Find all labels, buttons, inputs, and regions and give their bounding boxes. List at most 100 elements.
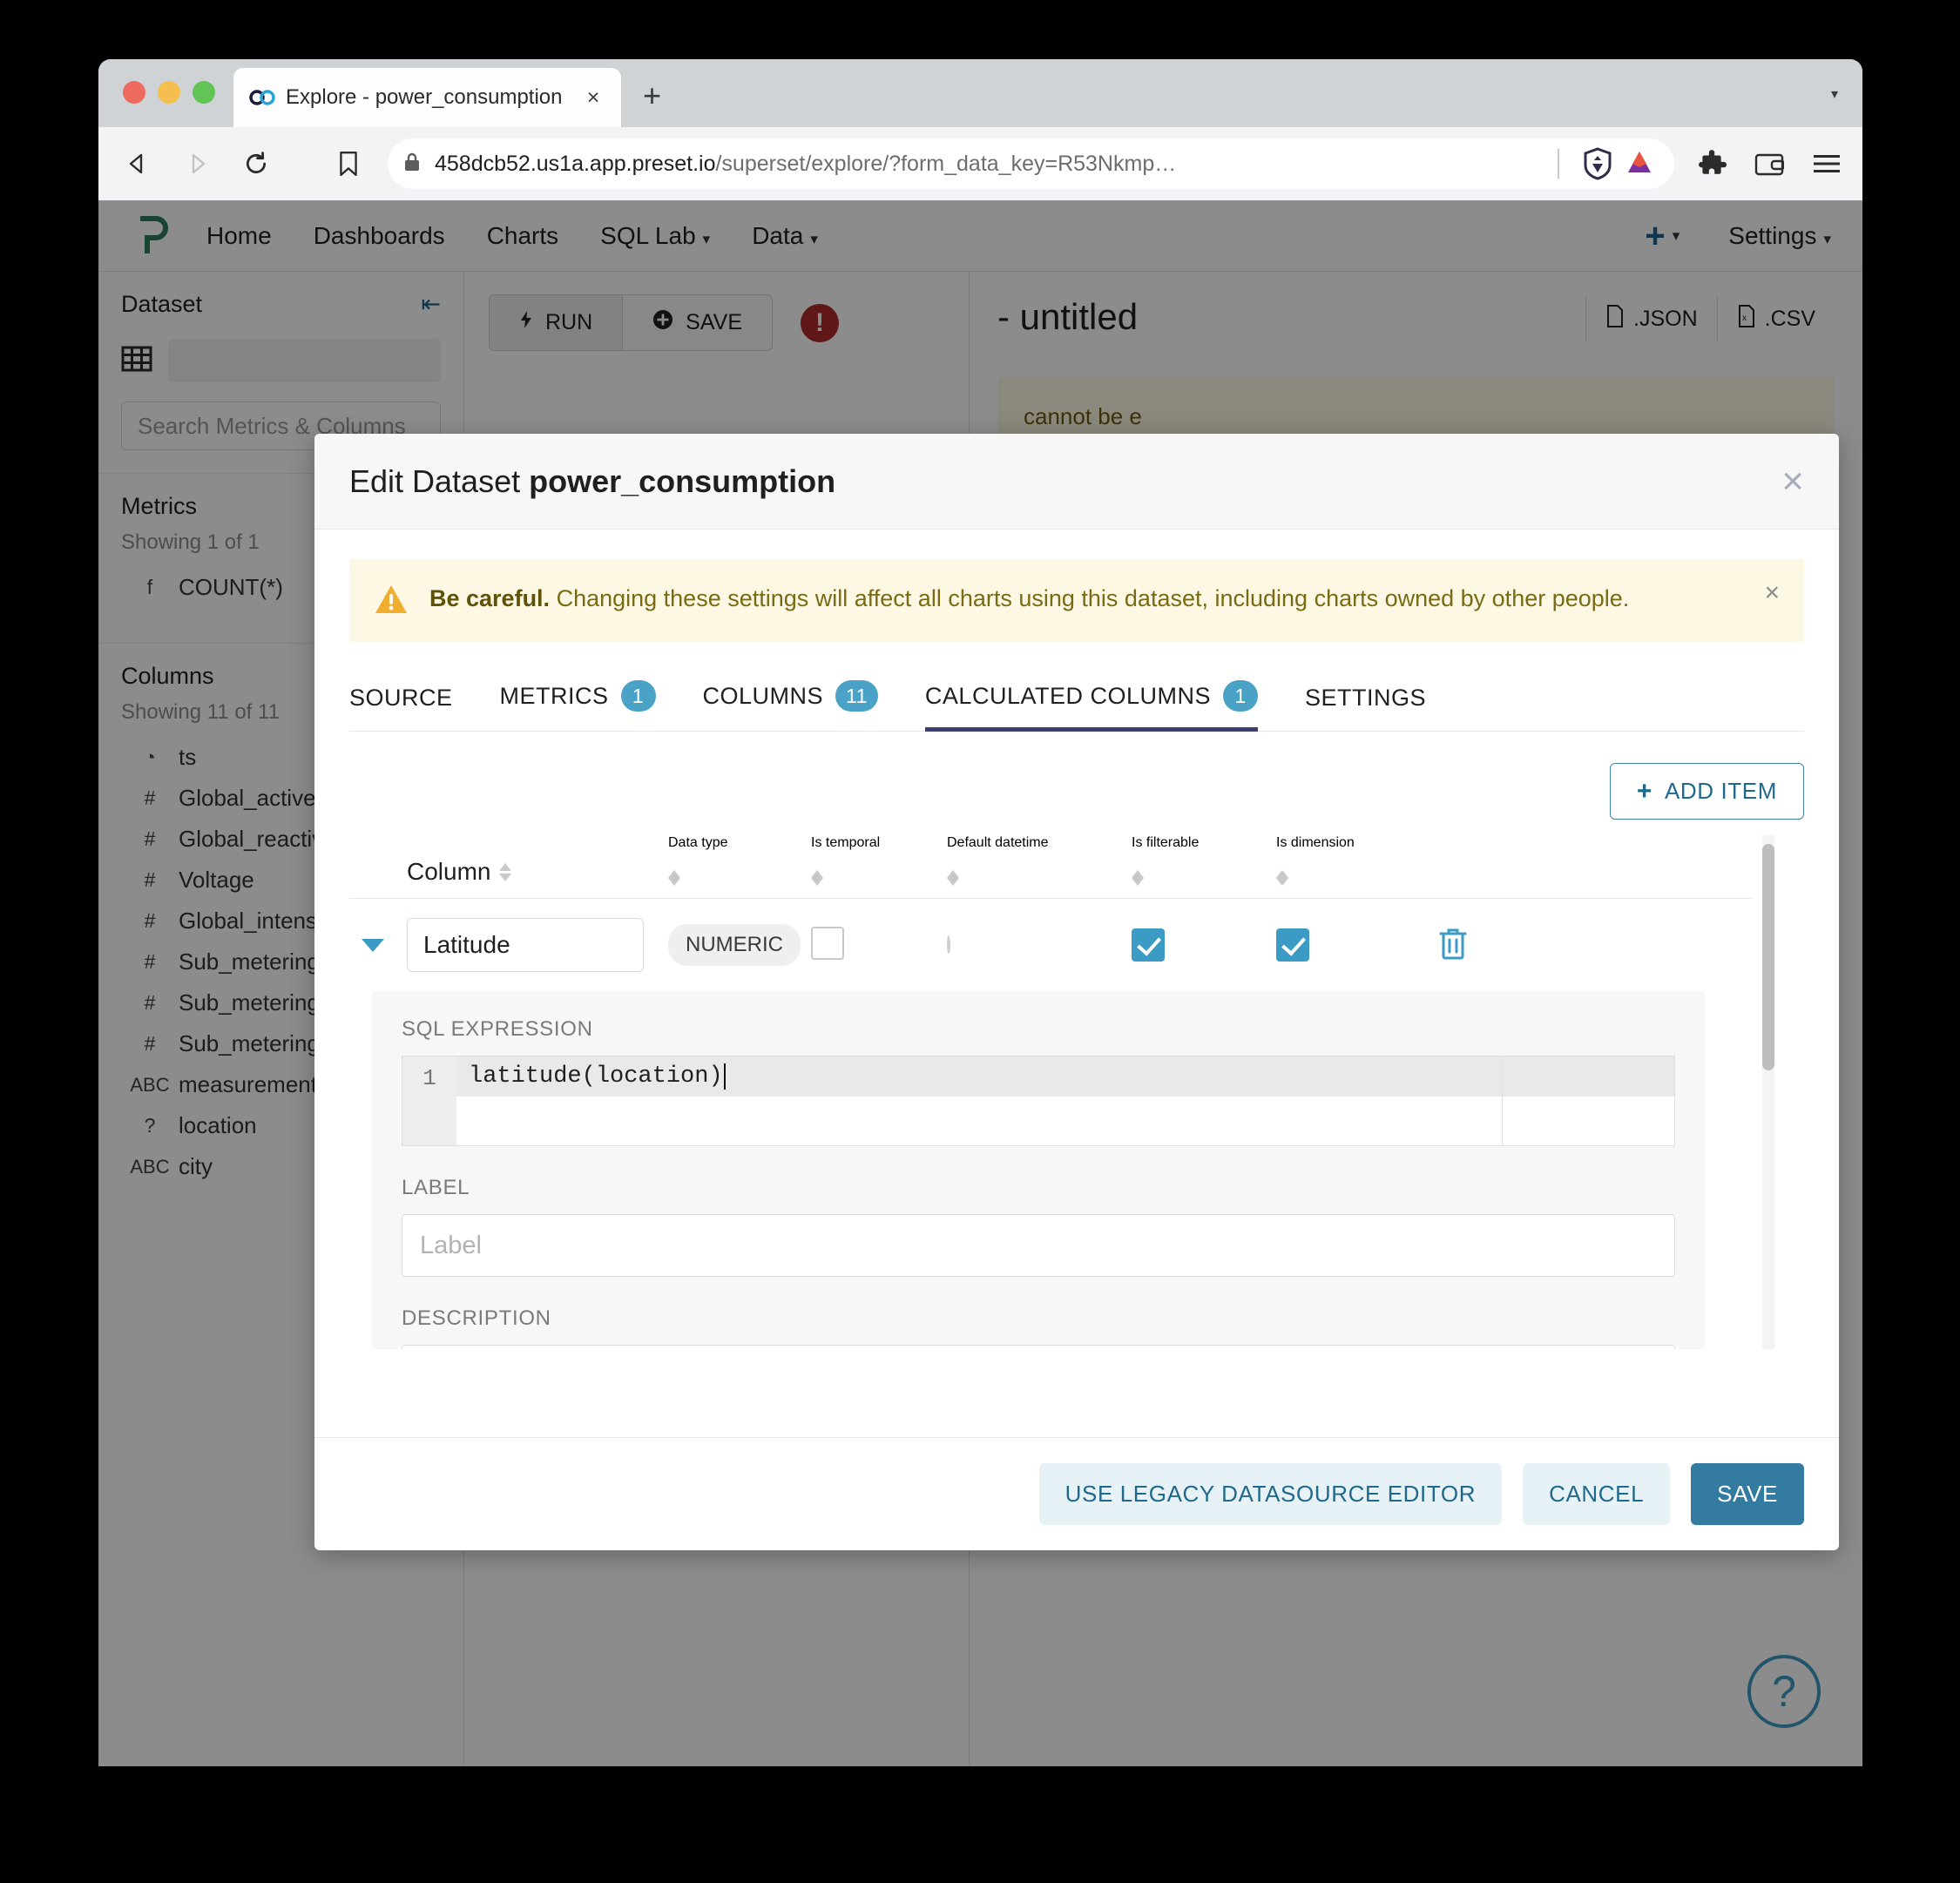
is-filterable-checkbox[interactable] — [1132, 928, 1165, 962]
reload-icon[interactable] — [236, 144, 276, 184]
column-header-data-type[interactable]: Data type — [668, 835, 811, 886]
column-name-input[interactable]: Latitude — [407, 918, 644, 972]
column-header-label: Default datetime — [947, 835, 1132, 851]
sort-icon[interactable] — [947, 870, 1132, 886]
use-legacy-datasource-editor-button[interactable]: USE LEGACY DATASOURCE EDITOR — [1039, 1463, 1502, 1525]
forward-icon[interactable] — [177, 144, 217, 184]
trash-icon[interactable] — [1438, 948, 1468, 963]
new-item-button[interactable]: + — [1645, 224, 1665, 248]
tab-close-icon[interactable]: × — [581, 85, 605, 111]
svg-text:x: x — [1742, 314, 1747, 323]
sort-icon[interactable] — [811, 870, 947, 886]
sort-icon[interactable] — [499, 863, 511, 881]
warning-close-icon[interactable]: × — [1764, 582, 1780, 604]
back-icon[interactable] — [118, 144, 158, 184]
nav-link-charts[interactable]: Charts — [487, 222, 558, 250]
help-button[interactable]: ? — [1747, 1655, 1821, 1728]
column-header-label: Is dimension — [1276, 835, 1438, 851]
extensions-icon[interactable] — [1690, 142, 1734, 186]
address-bar[interactable]: 458dcb52.us1a.app.preset.io/superset/exp… — [388, 138, 1674, 189]
bookmark-icon[interactable] — [328, 144, 368, 184]
tab-metrics[interactable]: METRICS1 — [500, 672, 656, 731]
chevron-down-icon[interactable]: ▾ — [1831, 85, 1838, 103]
chevron-down-icon[interactable] — [362, 939, 384, 952]
close-icon[interactable]: × — [1781, 464, 1804, 499]
calculated-column-detail: SQL EXPRESSION 1 latitude(location) — [372, 991, 1705, 1349]
tab-settings[interactable]: SETTINGS — [1305, 676, 1426, 731]
plus-icon: + — [1637, 783, 1652, 800]
dataset-panel-header: Dataset ⇤ — [98, 272, 463, 332]
column-type-icon: # — [121, 868, 179, 892]
expand-cell — [349, 939, 407, 952]
editor-active-line: latitude(location) — [456, 1056, 1502, 1097]
column-type-icon: # — [121, 786, 179, 810]
is-temporal-checkbox[interactable] — [811, 927, 844, 960]
browser-menu-icon[interactable] — [1805, 142, 1848, 186]
tab-source[interactable]: SOURCE — [349, 676, 453, 731]
column-header-is-dimension[interactable]: Is dimension — [1276, 835, 1438, 886]
column-type-icon: ◔ — [121, 746, 179, 769]
browser-window: Explore - power_consumption × + ▾ — [98, 59, 1862, 1766]
nav-link-dashboards[interactable]: Dashboards — [314, 222, 445, 250]
sort-icon[interactable] — [1276, 870, 1438, 886]
is-dimension-checkbox[interactable] — [1276, 928, 1309, 962]
preset-logo-icon[interactable] — [130, 215, 170, 257]
calculated-columns-scroll-area: Column Data type Is temporal — [349, 835, 1804, 1349]
description-input[interactable]: Description — [402, 1345, 1675, 1349]
list-item-label: ts — [179, 744, 196, 771]
sql-expression-editor[interactable]: 1 latitude(location) — [402, 1056, 1675, 1146]
cancel-button[interactable]: CANCEL — [1523, 1463, 1670, 1525]
dataset-selector[interactable] — [98, 332, 463, 402]
window-minimize-button[interactable] — [158, 81, 180, 104]
tab-badge: 1 — [1223, 680, 1258, 712]
brave-shields-icon[interactable] — [1578, 145, 1617, 183]
scrollbar-thumb[interactable] — [1762, 844, 1774, 1070]
chart-header: - untitled .JSON x .CSV — [970, 272, 1862, 342]
column-header-is-filterable[interactable]: Is filterable — [1132, 835, 1276, 886]
table-grid-icon — [121, 343, 152, 379]
save-button[interactable]: SAVE — [1691, 1463, 1804, 1525]
tab-label: METRICS — [500, 683, 609, 710]
tab-columns[interactable]: COLUMNS11 — [703, 672, 878, 731]
export-csv-button[interactable]: x .CSV — [1717, 296, 1835, 342]
tab-calculated-columns[interactable]: CALCULATED COLUMNS1 — [925, 672, 1258, 731]
column-name-cell: Latitude — [407, 918, 668, 972]
label-input[interactable]: Label — [402, 1214, 1675, 1277]
nav-link-home[interactable]: Home — [206, 222, 272, 250]
browser-tab[interactable]: Explore - power_consumption × — [233, 68, 621, 127]
window-close-button[interactable] — [123, 81, 145, 104]
nav-link-sql-lab[interactable]: SQL Lab▾ — [600, 222, 710, 250]
column-header-column[interactable]: Column — [407, 858, 668, 886]
json-file-icon — [1605, 305, 1625, 334]
column-header-default-datetime[interactable]: Default datetime — [947, 835, 1132, 886]
column-header-is-temporal[interactable]: Is temporal — [811, 835, 947, 886]
chevron-down-icon[interactable]: ▾ — [1673, 227, 1680, 245]
omnibox-divider — [1558, 149, 1559, 179]
error-badge[interactable]: ! — [801, 304, 839, 342]
table-row: Latitude NUMERIC — [349, 899, 1752, 991]
page-title[interactable]: - untitled — [997, 296, 1138, 338]
default-datetime-radio[interactable] — [947, 935, 950, 954]
collapse-panel-icon[interactable]: ⇤ — [421, 291, 441, 318]
add-item-button[interactable]: + ADD ITEM — [1610, 763, 1804, 820]
new-tab-button[interactable]: + — [643, 82, 661, 110]
dataset-name-field[interactable] — [168, 339, 441, 382]
column-type-icon: # — [121, 909, 179, 933]
nav-link-data[interactable]: Data▾ — [752, 222, 818, 250]
sort-icon[interactable] — [1132, 870, 1276, 886]
nav-label: Charts — [487, 222, 558, 249]
chevron-down-icon: ▾ — [703, 231, 711, 247]
wallet-icon[interactable] — [1747, 142, 1791, 186]
column-type-icon: # — [121, 991, 179, 1015]
warning-triangle-icon — [374, 584, 409, 619]
window-maximize-button[interactable] — [193, 81, 215, 104]
export-json-button[interactable]: .JSON — [1585, 296, 1717, 342]
brave-rewards-icon[interactable] — [1620, 145, 1659, 183]
superset-navbar: Home Dashboards Charts SQL Lab▾ Data▾ + … — [98, 200, 1862, 272]
run-button[interactable]: RUN — [490, 295, 623, 350]
sort-icon[interactable] — [668, 870, 811, 886]
list-item-label: location — [179, 1112, 257, 1139]
nav-link-settings[interactable]: Settings▾ — [1728, 222, 1831, 250]
csv-file-icon: x — [1737, 305, 1756, 334]
save-button[interactable]: SAVE — [623, 295, 772, 350]
